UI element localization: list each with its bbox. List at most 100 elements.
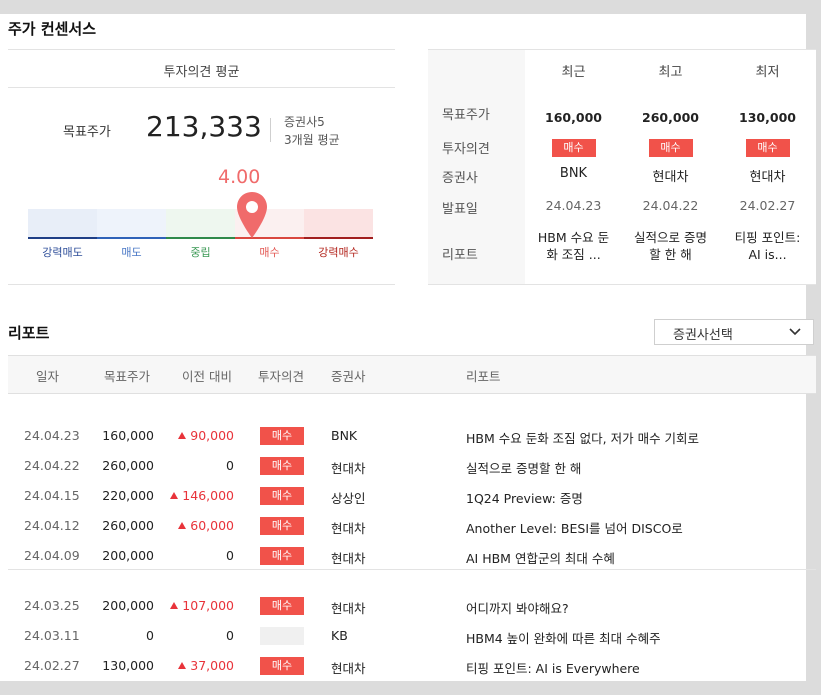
up-triangle-icon [178, 662, 187, 669]
consensus-title: 주가 컨센서스 [8, 20, 97, 38]
row-date: 24.03.25 [24, 598, 80, 613]
row-change: 0 [160, 458, 234, 473]
avg-header: 투자의견 평균 [163, 65, 240, 80]
gauge-segment [166, 209, 235, 239]
row-report-link[interactable]: HBM 수요 둔화 조짐 없다, 저가 매수 기회로 [466, 428, 699, 447]
row-target: 160,000 [102, 428, 154, 443]
row-broker: 현대차 [331, 601, 366, 616]
row-date: 24.04.22 [24, 458, 80, 473]
opinion-gauge [28, 209, 373, 239]
opinion-badge: 매수 [260, 517, 304, 535]
row-report-link[interactable]: HBM4 높이 완화에 따른 최대 수혜주 [466, 628, 661, 647]
opinion-badge: 매수 [551, 139, 596, 157]
compare-target: 130,000 [739, 110, 796, 125]
row-report-link[interactable]: AI HBM 연합군의 최대 수혜 [466, 548, 615, 567]
up-triangle-icon [170, 602, 179, 609]
row-change-value: 0 [226, 458, 234, 473]
opinion-badge: 매수 [260, 547, 304, 565]
row-opinion: 매수 [260, 457, 304, 475]
header-broker: 증권사 [331, 369, 366, 384]
row-change-value: 107,000 [182, 598, 234, 613]
row-change: 90,000 [160, 428, 234, 443]
divider [8, 569, 816, 570]
row-change: 146,000 [160, 488, 234, 503]
row-label-target: 목표주가 [442, 108, 490, 123]
row-date: 24.04.23 [24, 428, 80, 443]
broker-select[interactable]: 증권사선택 [654, 319, 814, 345]
row-date: 24.04.12 [24, 518, 80, 533]
opinion-badge: 매수 [745, 139, 790, 157]
gauge-label: 강력매도 [42, 246, 83, 259]
compare-date: 24.02.27 [739, 198, 796, 213]
gauge-label: 중립 [190, 246, 211, 259]
row-target: 220,000 [102, 488, 154, 503]
row-opinion [260, 627, 304, 648]
row-change-value: 60,000 [190, 518, 234, 533]
gauge-segment [28, 209, 97, 239]
row-broker: 현대차 [331, 521, 366, 536]
row-report-link[interactable]: 어디까지 봐야해요? [466, 598, 569, 617]
row-target: 260,000 [102, 458, 154, 473]
row-report-link[interactable]: 티핑 포인트: AI is Everywhere [466, 658, 640, 677]
row-opinion: 매수 [260, 547, 304, 565]
row-label-broker: 증권사 [442, 171, 478, 186]
gauge-segment [304, 209, 373, 239]
row-broker: 현대차 [331, 551, 366, 566]
compare-opinion: 매수 [622, 136, 719, 157]
compare-col-high: 최고 [658, 65, 683, 80]
row-broker: 상상인 [331, 491, 366, 506]
row-label-date: 발표일 [442, 202, 478, 217]
row-broker: KB [331, 628, 348, 643]
compare-report-link[interactable]: 티핑 포인트: AI is... [727, 229, 808, 263]
row-opinion: 매수 [260, 657, 304, 675]
compare-opinion: 매수 [525, 136, 622, 157]
opinion-badge [260, 627, 304, 645]
row-change-value: 90,000 [190, 428, 234, 443]
row-label-opinion: 투자의견 [442, 142, 490, 157]
chevron-down-icon [789, 328, 801, 336]
row-report-link[interactable]: 1Q24 Preview: 증명 [466, 488, 583, 507]
row-target: 130,000 [102, 658, 154, 673]
row-change: 37,000 [160, 658, 234, 673]
page: 주가 컨센서스 투자의견 평균 목표주가 213,333 증권사5 3개월 평균… [0, 14, 816, 681]
row-change: 0 [160, 628, 234, 643]
opinion-badge: 매수 [260, 487, 304, 505]
divider [428, 284, 816, 285]
row-date: 24.04.09 [24, 548, 80, 563]
broker-select-label: 증권사선택 [673, 328, 733, 343]
gauge-segment [97, 209, 166, 239]
header-opinion: 투자의견 [258, 369, 305, 384]
row-change-value: 0 [226, 628, 234, 643]
divider [8, 87, 395, 88]
row-report-link[interactable]: Another Level: BESI를 넘어 DISCO로 [466, 518, 683, 537]
divider [270, 118, 271, 142]
row-broker: 현대차 [331, 461, 366, 476]
broker-count: 증권사5 [284, 115, 325, 129]
row-opinion: 매수 [260, 597, 304, 615]
row-opinion: 매수 [260, 487, 304, 505]
row-target: 200,000 [102, 598, 154, 613]
reports-title: 리포트 [8, 324, 50, 342]
header-change: 이전 대비 [182, 369, 232, 384]
divider [8, 284, 395, 285]
period-text: 3개월 평균 [284, 133, 340, 147]
row-target: 260,000 [102, 518, 154, 533]
row-change: 107,000 [160, 598, 234, 613]
gauge-labels: 강력매도 매도 중립 매수 강력매수 [28, 244, 373, 260]
up-triangle-icon [178, 432, 187, 439]
target-price-label: 목표주가 [63, 125, 111, 140]
header-report: 리포트 [466, 369, 501, 384]
score-value: 4.00 [218, 166, 261, 188]
compare-date: 24.04.23 [545, 198, 602, 213]
gauge-label: 매도 [121, 246, 142, 259]
row-opinion: 매수 [260, 517, 304, 535]
divider [428, 49, 816, 50]
compare-report-link[interactable]: 실적으로 증명할 한 해 [630, 229, 711, 263]
row-opinion: 매수 [260, 427, 304, 445]
compare-target: 160,000 [545, 110, 602, 125]
row-report-link[interactable]: 실적으로 증명할 한 해 [466, 458, 581, 477]
compare-broker: 현대차 [749, 170, 786, 185]
compare-report-link[interactable]: HBM 수요 둔화 조짐 ... [533, 229, 614, 263]
opinion-badge: 매수 [260, 427, 304, 445]
compare-col-recent: 최근 [561, 65, 586, 80]
